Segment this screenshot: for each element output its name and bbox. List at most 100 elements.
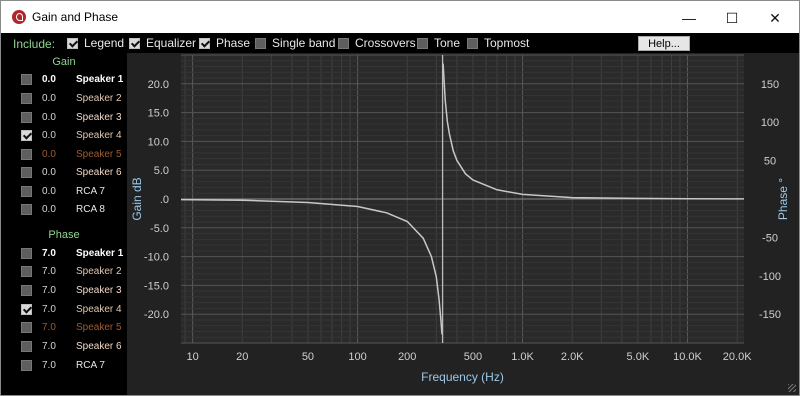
channel-name: Speaker 3 bbox=[76, 112, 122, 123]
gain-rca-8-checkbox[interactable] bbox=[21, 204, 32, 215]
gain-heading: Gain bbox=[52, 56, 76, 68]
channel-name: Speaker 3 bbox=[76, 285, 122, 296]
phase-row-rca-7[interactable]: 7.0 RCA 7 bbox=[1, 357, 127, 374]
channel-name: RCA 8 bbox=[76, 204, 105, 215]
gain-value: 0.0 bbox=[42, 112, 56, 123]
gain-value: 0.0 bbox=[42, 186, 56, 197]
topmost-checkbox[interactable] bbox=[467, 37, 478, 49]
gain-tick-label: .0 bbox=[160, 194, 169, 206]
phase-row-speaker-6[interactable]: 7.0 Speaker 6 bbox=[1, 338, 127, 355]
channel-name: Speaker 6 bbox=[76, 167, 122, 178]
tone-option[interactable]: Tone bbox=[417, 36, 460, 50]
phase-tick-label: -50 bbox=[762, 232, 778, 244]
phase-value: 7.0 bbox=[42, 341, 56, 352]
help-button[interactable]: Help... bbox=[638, 36, 690, 51]
window-title: Gain and Phase bbox=[32, 10, 119, 24]
frequency-tick-label: 5.0K bbox=[627, 351, 650, 363]
gain-value: 0.0 bbox=[42, 130, 56, 141]
channel-name: Speaker 4 bbox=[76, 130, 122, 141]
channel-name: Speaker 6 bbox=[76, 341, 122, 352]
gain-value: 0.0 bbox=[42, 74, 56, 85]
include-label: Include: bbox=[13, 37, 56, 51]
gain-row-speaker-1[interactable]: 0.0 Speaker 1 bbox=[1, 71, 127, 88]
gain-speaker-1-checkbox[interactable] bbox=[21, 74, 32, 85]
gain-speaker-3-checkbox[interactable] bbox=[21, 112, 32, 123]
frequency-tick-label: 500 bbox=[464, 351, 482, 363]
phase-row-speaker-1[interactable]: 7.0 Speaker 1 bbox=[1, 245, 127, 262]
topmost-option[interactable]: Topmost bbox=[467, 36, 529, 50]
gain-row-rca-8[interactable]: 0.0 RCA 8 bbox=[1, 201, 127, 218]
phase-row-speaker-5[interactable]: 7.0 Speaker 5 bbox=[1, 319, 127, 336]
gain-tick-label: -5.0 bbox=[150, 223, 169, 235]
gain-row-speaker-3[interactable]: 0.0 Speaker 3 bbox=[1, 109, 127, 126]
maximize-button[interactable]: ☐ bbox=[711, 5, 753, 31]
gain-tick-label: 15.0 bbox=[148, 108, 169, 120]
phase-tick-label: 50 bbox=[764, 156, 776, 168]
channel-name: RCA 7 bbox=[76, 360, 105, 371]
title-bar: Gain and Phase — ☐ ✕ bbox=[1, 1, 799, 33]
phase-value: 7.0 bbox=[42, 360, 56, 371]
single-band-checkbox[interactable] bbox=[255, 37, 266, 49]
gain-tick-label: 5.0 bbox=[154, 165, 169, 177]
phase-checkbox[interactable] bbox=[199, 37, 210, 49]
phase-value: 7.0 bbox=[42, 266, 56, 277]
gain-row-speaker-5[interactable]: 0.0 Speaker 5 bbox=[1, 146, 127, 163]
phase-row-speaker-4[interactable]: 7.0 Speaker 4 bbox=[1, 301, 127, 318]
frequency-tick-label: 20.0K bbox=[723, 351, 752, 363]
phase-tick-label: -100 bbox=[759, 271, 781, 283]
frequency-tick-label: 20 bbox=[236, 351, 248, 363]
gain-speaker-5-checkbox[interactable] bbox=[21, 149, 32, 160]
single-band-option[interactable]: Single band bbox=[255, 36, 335, 50]
resize-grip-icon[interactable] bbox=[788, 384, 796, 392]
gain-speaker-6-checkbox[interactable] bbox=[21, 167, 32, 178]
gain-phase-chart[interactable]: 20.0 15.0 10.0 5.0 .0 -5.0 -10.0 -15.0 -20.0 150 1… bbox=[127, 53, 799, 395]
gain-row-speaker-2[interactable]: 0.0 Speaker 2 bbox=[1, 90, 127, 107]
phase-rca-7-checkbox[interactable] bbox=[21, 360, 32, 371]
gain-row-speaker-4[interactable]: 0.0 Speaker 4 bbox=[1, 127, 127, 144]
app-logo-icon bbox=[12, 10, 26, 24]
phase-speaker-6-checkbox[interactable] bbox=[21, 341, 32, 352]
phase-row-speaker-2[interactable]: 7.0 Speaker 2 bbox=[1, 263, 127, 280]
minimize-button[interactable]: — bbox=[668, 5, 710, 31]
tone-checkbox[interactable] bbox=[417, 37, 428, 49]
phase-speaker-1-checkbox[interactable] bbox=[21, 248, 32, 259]
gain-tick-label: -20.0 bbox=[144, 309, 169, 321]
channel-name: Speaker 2 bbox=[76, 93, 122, 104]
phase-speaker-2-checkbox[interactable] bbox=[21, 266, 32, 277]
y2-axis-label: Phase ° bbox=[776, 178, 790, 220]
gain-tick-label: 10.0 bbox=[148, 136, 169, 148]
phase-value: 7.0 bbox=[42, 304, 56, 315]
phase-row-speaker-3[interactable]: 7.0 Speaker 3 bbox=[1, 282, 127, 299]
gain-row-rca-7[interactable]: 0.0 RCA 7 bbox=[1, 183, 127, 200]
gain-phase-window: Gain and Phase — ☐ ✕ Include: Legend Equ… bbox=[0, 0, 800, 396]
crossovers-checkbox[interactable] bbox=[338, 37, 349, 49]
gain-rca-7-checkbox[interactable] bbox=[21, 186, 32, 197]
channel-name: Speaker 1 bbox=[76, 74, 124, 85]
channel-name: Speaker 5 bbox=[76, 149, 122, 160]
legend-checkbox[interactable] bbox=[67, 37, 78, 49]
gain-value: 0.0 bbox=[42, 93, 56, 104]
legend-option[interactable]: Legend bbox=[67, 36, 124, 50]
topmost-option-label: Topmost bbox=[484, 36, 530, 50]
phase-speaker-3-checkbox[interactable] bbox=[21, 285, 32, 296]
include-toolbar: Include: Legend Equalizer Phase Single b… bbox=[1, 33, 799, 53]
frequency-tick-label: 50 bbox=[302, 351, 314, 363]
equalizer-option[interactable]: Equalizer bbox=[129, 36, 196, 50]
phase-speaker-5-checkbox[interactable] bbox=[21, 322, 32, 333]
close-button[interactable]: ✕ bbox=[754, 5, 796, 31]
equalizer-checkbox[interactable] bbox=[129, 37, 140, 49]
gain-row-speaker-6[interactable]: 0.0 Speaker 6 bbox=[1, 164, 127, 181]
gain-value: 0.0 bbox=[42, 204, 56, 215]
phase-value: 7.0 bbox=[42, 285, 56, 296]
channel-name: Speaker 1 bbox=[76, 248, 124, 259]
phase-heading: Phase bbox=[48, 229, 80, 241]
phase-option[interactable]: Phase bbox=[199, 36, 250, 50]
gain-speaker-4-checkbox[interactable] bbox=[21, 130, 32, 141]
frequency-tick-label: 200 bbox=[398, 351, 416, 363]
gain-value: 0.0 bbox=[42, 167, 56, 178]
phase-speaker-4-checkbox[interactable] bbox=[21, 304, 32, 315]
gain-speaker-2-checkbox[interactable] bbox=[21, 93, 32, 104]
crossovers-option[interactable]: Crossovers bbox=[338, 36, 416, 50]
frequency-tick-label: 10.0K bbox=[673, 351, 702, 363]
gain-value: 0.0 bbox=[42, 149, 56, 160]
